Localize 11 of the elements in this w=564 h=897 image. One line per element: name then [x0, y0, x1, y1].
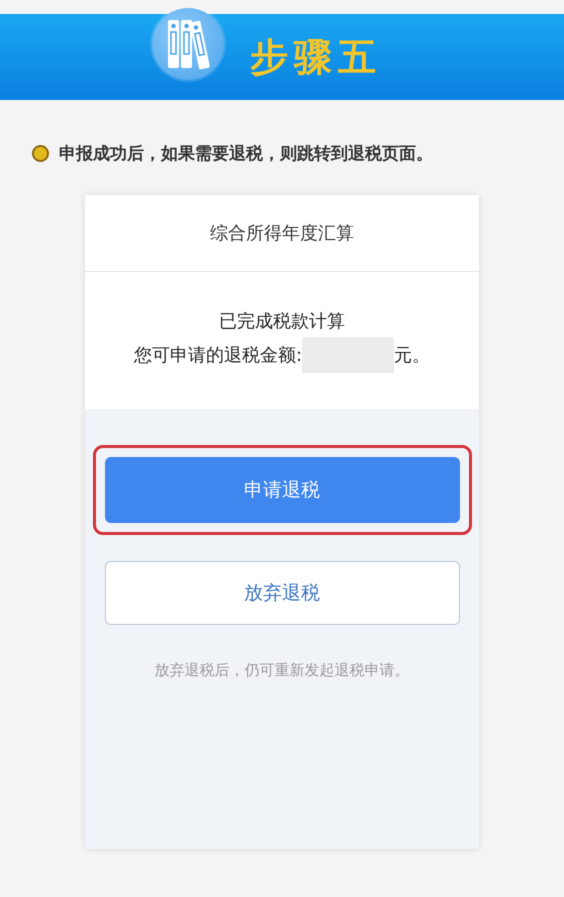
amount-label: 您可申请的退税金额: [134, 344, 302, 366]
apply-refund-button[interactable]: 申请退税 [104, 457, 460, 523]
amount-unit: 元。 [394, 344, 430, 366]
card-title: 综合所得年度汇算 [210, 222, 354, 245]
instruction-text: 申报成功后，如果需要退税，则跳转到退税页面。 [59, 143, 433, 165]
step-title: 步骤五 [250, 34, 382, 80]
decline-refund-button[interactable]: 放弃退税 [104, 561, 460, 625]
binders-icon [166, 18, 210, 70]
bullet-icon [32, 145, 49, 162]
hint-text: 放弃退税后，仍可重新发起退税申请。 [154, 661, 410, 680]
status-text: 已完成税款计算 [219, 310, 345, 332]
